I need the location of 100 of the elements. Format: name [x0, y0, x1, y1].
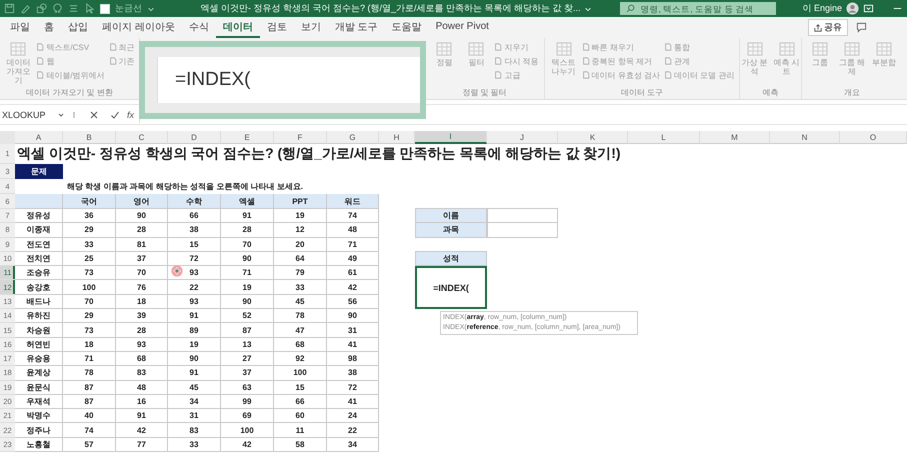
column-header[interactable]: H [379, 131, 415, 144]
ribbon-tab[interactable]: 삽입 [61, 18, 95, 38]
table-cell: 42 [221, 438, 274, 452]
table-cell: 22 [327, 423, 379, 438]
ribbon-button[interactable]: 텍스트 나누기 [550, 58, 578, 76]
ribbon-button[interactable]: 테이블/범위에서 [46, 70, 105, 80]
active-cell[interactable]: =INDEX( [415, 266, 487, 310]
cancel-icon[interactable] [89, 110, 99, 120]
ribbon-button[interactable]: 중복된 항목 제거 [592, 56, 652, 66]
column-header[interactable]: E [221, 131, 274, 144]
table-cell: 15 [168, 238, 221, 252]
brush-icon[interactable] [20, 3, 31, 14]
ribbon-tab[interactable]: 검토 [260, 18, 294, 38]
ribbon-button[interactable]: 데이터 가져오기 [4, 58, 32, 86]
table-icon[interactable] [778, 40, 796, 58]
ribbon-tab[interactable]: 개발 도구 [328, 18, 385, 38]
table-icon[interactable] [875, 40, 893, 58]
table-icon[interactable] [554, 40, 573, 58]
table-cell: 42 [116, 423, 168, 438]
table-icon[interactable] [435, 40, 454, 58]
column-header[interactable]: K [558, 131, 628, 144]
table-icon[interactable] [467, 40, 486, 58]
ribbon-button[interactable]: 데이터 유효성 검사 [592, 70, 660, 80]
column-header[interactable]: L [628, 131, 700, 144]
header-cell: 이름 [415, 208, 487, 224]
ribbon-button[interactable]: 관계 [674, 56, 690, 66]
ribbon-button[interactable]: 그룹 해제 [838, 58, 866, 76]
ribbon-tab[interactable]: 보기 [294, 18, 328, 38]
table-cell: 91 [168, 366, 221, 381]
table-cell: 63 [221, 380, 274, 395]
column-header[interactable]: N [770, 131, 840, 144]
ribbon-tab[interactable]: 페이지 레이아웃 [95, 18, 182, 38]
table-cell: 25 [63, 252, 116, 266]
table-icon[interactable] [9, 40, 28, 58]
table-cell: 19 [274, 209, 327, 224]
table-cell: 45 [274, 294, 327, 310]
table-cell: 90 [221, 252, 274, 266]
table-cell: 정주나 [15, 423, 63, 438]
gridlines-checkbox[interactable] [100, 4, 110, 14]
align-icon[interactable] [68, 3, 79, 14]
omega-icon[interactable] [52, 3, 63, 14]
avatar-icon[interactable] [846, 2, 859, 15]
table-cell: 73 [63, 266, 116, 280]
share-button[interactable]: 공유 [808, 19, 848, 36]
table-cell: 58 [274, 438, 327, 452]
table-cell: 28 [221, 223, 274, 238]
input-cell[interactable] [487, 222, 558, 238]
ribbon-button[interactable]: 지우기 [504, 42, 528, 52]
pointer-icon[interactable] [84, 3, 95, 14]
table-cell: 29 [63, 223, 116, 238]
table-icon[interactable] [746, 40, 764, 58]
table-cell: 48 [116, 380, 168, 395]
ribbon-tab[interactable]: 파일 [3, 18, 37, 38]
name-box[interactable]: XLOOKUP [0, 110, 52, 120]
save-icon[interactable] [4, 3, 15, 14]
table-cell: 87 [63, 394, 116, 410]
caret-icon[interactable] [57, 110, 65, 118]
ribbon-tab[interactable]: Power Pivot [428, 19, 496, 36]
insert-function-button[interactable]: fx [127, 110, 134, 120]
check-icon[interactable] [110, 110, 120, 120]
column-header[interactable]: I [415, 131, 487, 144]
column-header[interactable]: J [487, 131, 558, 144]
column-header[interactable]: G [327, 131, 379, 144]
ribbon-tab[interactable]: 수식 [182, 18, 216, 38]
ribbon-button[interactable]: 데이터 모델 관리 [674, 70, 734, 80]
search-field[interactable]: 명령, 텍스트, 도움말 등 검색 [620, 2, 776, 15]
table-cell: 91 [221, 209, 274, 224]
ribbon-button[interactable]: 빠른 채우기 [592, 42, 634, 52]
column-header[interactable]: B [63, 131, 116, 144]
table-cell: 48 [327, 223, 379, 238]
ribbon-tab[interactable]: 홈 [37, 18, 61, 38]
ribbon-display-icon[interactable] [863, 3, 874, 14]
ribbon-button[interactable]: 가상 분석 [740, 58, 768, 76]
shapes-icon[interactable] [36, 3, 47, 14]
table-cell: 100 [221, 423, 274, 438]
table-cell: 22 [168, 280, 221, 295]
table-cell: 18 [116, 294, 168, 310]
group-label: 개요 [844, 87, 860, 98]
column-header[interactable]: D [168, 131, 221, 144]
table-cell: 83 [116, 366, 168, 381]
column-header[interactable]: F [274, 131, 327, 144]
gridlines-label: 눈금선 [115, 2, 142, 15]
table-cell: 70 [63, 294, 116, 310]
table-cell: 37 [221, 366, 274, 381]
column-header[interactable]: A [15, 131, 63, 144]
ribbon-button[interactable]: 다시 적용 [504, 56, 539, 66]
column-header[interactable]: C [116, 131, 168, 144]
table-cell: 조승유 [15, 266, 63, 280]
table-cell: 37 [116, 252, 168, 266]
table-cell: 38 [327, 366, 379, 381]
ribbon-tab[interactable]: 도움말 [384, 18, 429, 38]
ribbon-button[interactable]: 기존 [118, 56, 135, 66]
table-icon[interactable] [811, 40, 829, 58]
comment-icon[interactable] [856, 22, 867, 33]
column-header[interactable]: O [840, 131, 907, 144]
input-cell[interactable] [487, 208, 558, 224]
group-label: 데이터 도구 [620, 87, 664, 98]
header-cell: 국어 [63, 194, 116, 209]
column-header[interactable]: M [700, 131, 770, 144]
table-icon[interactable] [843, 40, 861, 58]
